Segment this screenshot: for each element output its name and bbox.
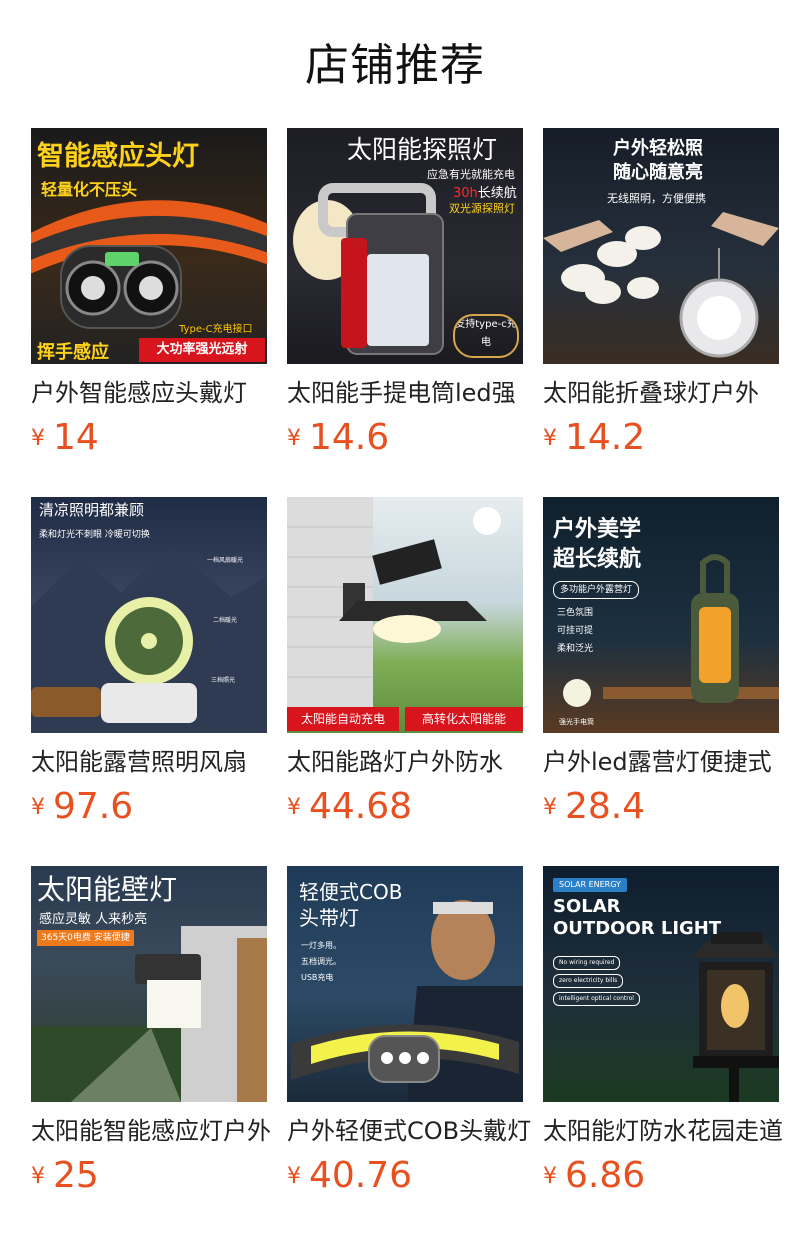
product-price: ¥14.6	[287, 416, 389, 460]
image-feat1: 三色氛围	[557, 608, 594, 618]
image-line2-text: 长续航	[477, 186, 517, 201]
price-amount: 14.6	[309, 417, 390, 458]
image-note: 强光手电筒	[559, 718, 594, 726]
currency-symbol: ¥	[31, 1163, 45, 1189]
image-tag: 365天0电费 安装便捷	[37, 930, 134, 946]
price-amount: 28.4	[565, 786, 646, 827]
price-amount: 97.6	[53, 786, 134, 827]
product-price: ¥25	[31, 1154, 99, 1198]
product-image[interactable]: SOLAR ENERGY SOLAR OUTDOOR LIGHT No wiri…	[543, 866, 779, 1102]
image-line3: 双光源探照灯	[449, 202, 515, 215]
product-price: ¥40.76	[287, 1154, 412, 1198]
image-headline2: 超长续航	[553, 547, 642, 572]
image-pill2: zero electricity bills	[553, 974, 624, 988]
currency-symbol: ¥	[543, 425, 557, 451]
price-amount: 25	[53, 1155, 99, 1196]
currency-symbol: ¥	[31, 794, 45, 820]
image-badge-right: 高转化太阳能能	[405, 707, 523, 731]
image-badge-left: 挥手感应	[37, 342, 109, 363]
product-name[interactable]: 太阳能灯防水花园走道	[543, 1114, 790, 1148]
image-pill3: intelligent optical control	[553, 992, 640, 1006]
image-tagline: 轻量化不压头	[41, 180, 138, 199]
image-headline: 太阳能壁灯	[37, 873, 178, 906]
image-headline1: 户外轻松照	[613, 138, 703, 159]
image-line1: 应急有光就能充电	[427, 168, 515, 181]
product-price: ¥6.86	[543, 1154, 645, 1198]
product-price: ¥44.68	[287, 785, 412, 829]
image-brand: SOLAR ENERGY	[553, 878, 627, 892]
product-image[interactable]: 户外美学 超长续航 多功能户外露营灯 三色氛围 可挂可提 柔和泛光 强光手电筒	[543, 497, 779, 733]
image-headline: 太阳能探照灯	[347, 135, 498, 164]
image-seal: 支持type-c充电	[453, 314, 519, 358]
product-image[interactable]: 户外轻松照 随心随意亮 无线照明，方便便携	[543, 128, 779, 364]
price-amount: 14.2	[565, 417, 646, 458]
product-name[interactable]: 太阳能智能感应灯户外	[31, 1114, 279, 1148]
product-name[interactable]: 太阳能露营照明风扇	[31, 745, 279, 779]
image-tagline: 感应灵敏 人来秒亮	[39, 912, 148, 927]
image-line2-highlight: 30h	[453, 186, 478, 201]
product-image[interactable]: 太阳能壁灯 感应灵敏 人来秒亮 365天0电费 安装便捷	[31, 866, 267, 1102]
image-headline2: 头带灯	[299, 906, 359, 930]
image-badge-right: 大功率强光远射	[139, 338, 265, 362]
currency-symbol: ¥	[31, 425, 45, 451]
image-headline2: 随心随意亮	[613, 162, 703, 183]
product-price: ¥14	[31, 416, 99, 460]
currency-symbol: ¥	[543, 794, 557, 820]
image-badge-left: 太阳能自动充电	[287, 707, 399, 731]
currency-symbol: ¥	[543, 1163, 557, 1189]
image-headline1: 轻便式COB	[299, 880, 403, 904]
product-price: ¥28.4	[543, 785, 645, 829]
product-name[interactable]: 户外智能感应头戴灯	[31, 376, 279, 410]
page-title: 店铺推荐	[305, 40, 485, 91]
price-amount: 14	[53, 417, 99, 458]
image-feat2: 五档调光。	[301, 957, 341, 966]
image-note: Type-C充电接口	[179, 324, 253, 335]
product-price: ¥97.6	[31, 785, 133, 829]
image-headline: 清凉照明都兼顾	[39, 501, 145, 519]
product-image[interactable]: 智能感应头灯 轻量化不压头 Type-C充电接口 挥手感应 大功率强光远射	[31, 128, 267, 364]
image-label1: 一档风扇暖光	[207, 557, 244, 564]
product-price: ¥14.2	[543, 416, 645, 460]
product-name[interactable]: 户外led露营灯便捷式	[543, 745, 790, 779]
image-line2: 30h长续航	[453, 182, 517, 201]
product-name[interactable]: 太阳能手提电筒led强	[287, 376, 535, 410]
product-name[interactable]: 户外轻便式COB头戴灯	[287, 1114, 535, 1148]
image-headline1: SOLAR	[553, 896, 621, 917]
price-amount: 44.68	[309, 786, 413, 827]
image-headline1: 户外美学	[553, 517, 642, 542]
product-name[interactable]: 太阳能路灯户外防水	[287, 745, 535, 779]
product-image[interactable]: 轻便式COB 头带灯 一灯多用。 五档调光。 USB充电	[287, 866, 523, 1102]
image-feat1: 一灯多用。	[301, 941, 341, 950]
product-image[interactable]: 清凉照明都兼顾 柔和灯光不刺眼 冷暖可切换 一档风扇暖光 二档暖光 三档照光	[31, 497, 267, 733]
product-name[interactable]: 太阳能折叠球灯户外	[543, 376, 790, 410]
image-label3: 三档照光	[211, 677, 236, 684]
image-tag: 多功能户外露营灯	[553, 581, 640, 599]
image-tagline: 柔和灯光不刺眼 冷暖可切换	[39, 530, 150, 540]
product-image[interactable]: 太阳能探照灯 应急有光就能充电 30h长续航 双光源探照灯 支持type-c充电	[287, 128, 523, 364]
image-pill1: No wiring required	[553, 956, 621, 970]
image-tagline: 无线照明，方便便携	[607, 192, 706, 205]
image-headline2: OUTDOOR LIGHT	[553, 918, 722, 939]
currency-symbol: ¥	[287, 425, 301, 451]
image-feat2: 可挂可提	[557, 626, 594, 636]
price-amount: 40.76	[309, 1155, 413, 1196]
price-amount: 6.86	[565, 1155, 646, 1196]
product-image[interactable]: 太阳能自动充电 高转化太阳能能	[287, 497, 523, 733]
currency-symbol: ¥	[287, 794, 301, 820]
image-label2: 二档暖光	[213, 617, 238, 624]
image-feat3: USB充电	[301, 973, 334, 982]
image-headline: 智能感应头灯	[37, 141, 199, 172]
image-feat3: 柔和泛光	[557, 644, 594, 654]
wall-light-illustration	[287, 497, 501, 707]
currency-symbol: ¥	[287, 1163, 301, 1189]
